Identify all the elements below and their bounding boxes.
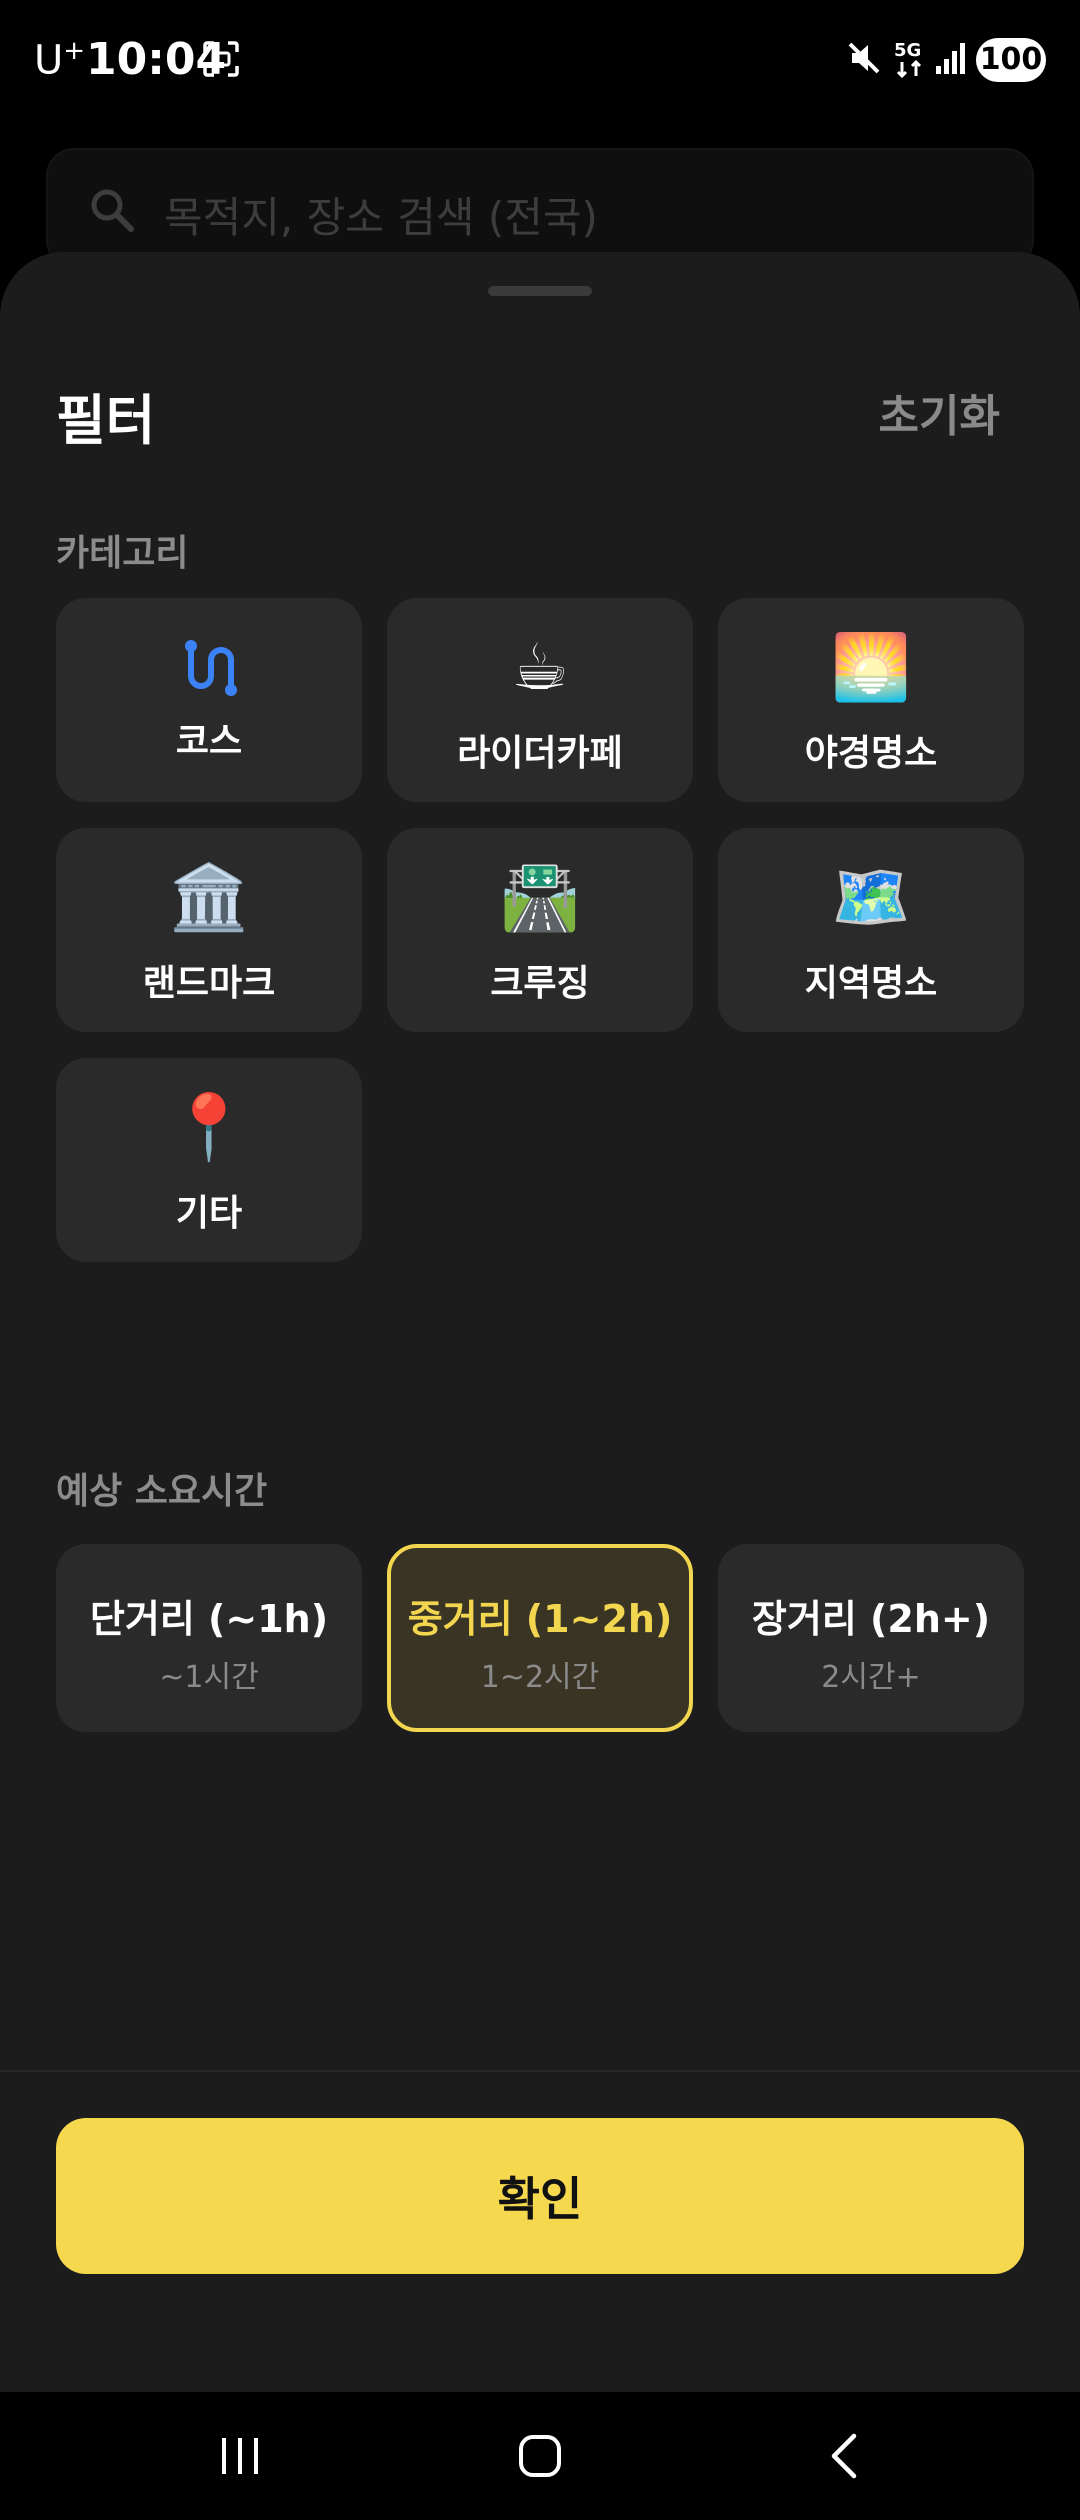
- drag-handle[interactable]: [488, 286, 592, 296]
- search-icon: [88, 186, 136, 238]
- confirm-button[interactable]: 확인: [56, 2118, 1024, 2274]
- home-icon: [519, 2435, 561, 2477]
- duration-medium[interactable]: 중거리 (1~2h) 1~2시간: [387, 1544, 693, 1732]
- screenshot-icon: [202, 40, 240, 82]
- filter-sheet: 필터 초기화 카테고리 코스 ☕ 라이더카페 🌅 야경명소 🏛️ 랜드마크 🛣️…: [0, 252, 1080, 2392]
- carrier-label: U+: [34, 36, 86, 84]
- category-cruising[interactable]: 🛣️ 크루징: [387, 828, 693, 1032]
- back-icon: [831, 2433, 857, 2479]
- screen: U+ 10:04 5G 100 목적지, 장소 검색 (전국) 필터 초기화 카…: [0, 0, 1080, 2520]
- pin-icon: 📍: [169, 1091, 249, 1165]
- duration-subtitle: ~1시간: [159, 1660, 259, 1695]
- status-bar: U+ 10:04 5G 100: [0, 0, 1080, 120]
- category-night-view[interactable]: 🌅 야경명소: [718, 598, 1024, 802]
- signal-icon: [934, 42, 968, 80]
- duration-title: 단거리 (~1h): [89, 1597, 329, 1641]
- map-icon: 🗺️: [831, 861, 911, 935]
- category-label: 지역명소: [804, 963, 938, 1004]
- category-local-spot[interactable]: 🗺️ 지역명소: [718, 828, 1024, 1032]
- category-landmark[interactable]: 🏛️ 랜드마크: [56, 828, 362, 1032]
- sunrise-icon: 🌅: [831, 631, 911, 705]
- category-rider-cafe[interactable]: ☕ 라이더카페: [387, 598, 693, 802]
- coffee-icon: ☕: [511, 631, 569, 705]
- category-label: 라이더카페: [457, 733, 623, 774]
- recent-apps-button[interactable]: [140, 2392, 340, 2520]
- classical-building-icon: 🏛️: [169, 861, 249, 935]
- duration-title: 중거리 (1~2h): [407, 1597, 673, 1641]
- duration-section-label: 예상 소요시간: [56, 1471, 268, 1512]
- duration-title: 장거리 (2h+): [751, 1597, 991, 1641]
- home-button[interactable]: [440, 2392, 640, 2520]
- motorway-icon: 🛣️: [500, 861, 580, 935]
- battery-indicator: 100: [976, 38, 1046, 82]
- footer-divider: [0, 2070, 1080, 2072]
- category-label: 코스: [175, 721, 243, 762]
- category-label: 랜드마크: [142, 963, 276, 1004]
- svg-text:5G: 5G: [894, 40, 921, 61]
- sheet-title: 필터: [56, 389, 156, 452]
- search-bar[interactable]: 목적지, 장소 검색 (전국): [46, 148, 1034, 268]
- duration-long[interactable]: 장거리 (2h+) 2시간+: [718, 1544, 1024, 1732]
- network-5g-icon: 5G: [892, 38, 928, 84]
- back-button[interactable]: [744, 2392, 944, 2520]
- search-placeholder: 목적지, 장소 검색 (전국): [164, 193, 598, 242]
- category-label: 기타: [175, 1193, 243, 1234]
- route-icon: [56, 630, 362, 717]
- category-section-label: 카테고리: [56, 533, 189, 574]
- duration-subtitle: 1~2시간: [480, 1660, 600, 1695]
- duration-subtitle: 2시간+: [821, 1660, 921, 1695]
- category-course[interactable]: 코스: [56, 598, 362, 802]
- duration-short[interactable]: 단거리 (~1h) ~1시간: [56, 1544, 362, 1732]
- mute-icon: [846, 40, 882, 80]
- navigation-bar: [0, 2392, 1080, 2520]
- recent-apps-icon: [222, 2438, 258, 2474]
- category-label: 야경명소: [804, 733, 938, 774]
- reset-button[interactable]: 초기화: [879, 380, 1000, 444]
- category-label: 크루징: [490, 963, 590, 1004]
- category-etc[interactable]: 📍 기타: [56, 1058, 362, 1262]
